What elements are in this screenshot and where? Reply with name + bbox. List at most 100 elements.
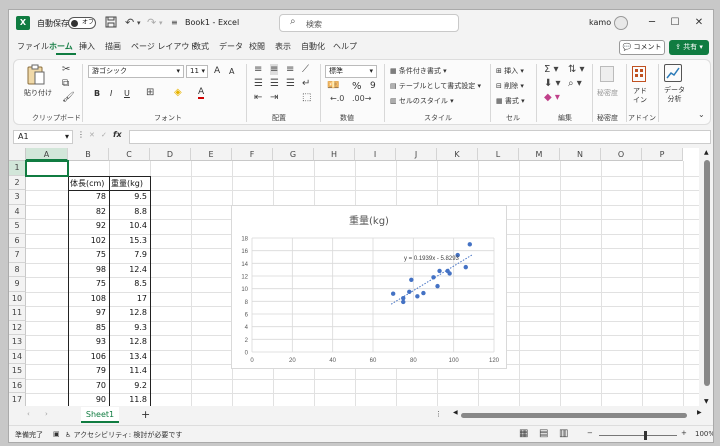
horizontal-scrollbar[interactable]: ◀ ▶: [453, 409, 707, 419]
column-header-l[interactable]: L: [478, 148, 519, 161]
format-painter-icon[interactable]: 🖌: [62, 92, 75, 103]
wrap-text-icon[interactable]: ↵: [302, 78, 310, 89]
row-header-6[interactable]: 6: [9, 233, 26, 248]
shrink-font-button[interactable]: A: [229, 67, 234, 76]
insert-function-button[interactable]: fx: [113, 130, 122, 139]
row-header-4[interactable]: 4: [9, 204, 26, 219]
page-layout-view-icon[interactable]: ▤: [539, 428, 548, 439]
autosave-toggle[interactable]: オフ: [68, 17, 96, 29]
increase-indent-icon[interactable]: ⇥: [270, 92, 278, 103]
hscroll-dots-icon[interactable]: ⋮: [435, 410, 442, 418]
scroll-left-icon[interactable]: ◀: [453, 409, 458, 416]
redo-dropdown-icon[interactable]: ▾: [159, 19, 163, 27]
italic-button[interactable]: I: [110, 89, 112, 98]
fill-color-icon[interactable]: ◈: [174, 87, 182, 98]
border-icon[interactable]: ⊞: [146, 87, 154, 98]
row-header-12[interactable]: 12: [9, 320, 26, 335]
orientation-icon[interactable]: ⟋: [302, 64, 309, 75]
cell-styles-button[interactable]: ▥ セルのスタイル ▾: [390, 96, 454, 106]
enter-entry-button[interactable]: ✓: [101, 131, 107, 139]
align-center-icon[interactable]: ☰: [270, 78, 279, 89]
zoom-out-button[interactable]: −: [587, 429, 593, 437]
zoom-level[interactable]: 100%: [695, 430, 713, 438]
find-select-icon[interactable]: ⌕ ▾: [568, 78, 582, 89]
decrease-decimal-icon[interactable]: .00→: [352, 94, 371, 103]
align-middle-icon[interactable]: ≡: [270, 64, 279, 75]
column-header-e[interactable]: E: [191, 148, 232, 161]
name-box[interactable]: A1 ▾: [13, 130, 73, 144]
tab-insert[interactable]: 挿入: [79, 41, 95, 52]
insert-cells-button[interactable]: ⊞ 挿入 ▾: [496, 66, 524, 76]
bold-button[interactable]: B: [94, 89, 100, 98]
column-header-h[interactable]: H: [314, 148, 355, 161]
undo-icon[interactable]: ↶: [125, 16, 134, 29]
paste-icon[interactable]: [26, 64, 46, 86]
row-header-10[interactable]: 10: [9, 291, 26, 306]
add-sheet-button[interactable]: +: [141, 408, 150, 421]
column-header-c[interactable]: C: [109, 148, 150, 161]
tab-help[interactable]: ヘルプ: [333, 41, 357, 52]
column-header-n[interactable]: N: [560, 148, 601, 161]
currency-icon[interactable]: 💴: [327, 80, 339, 91]
redo-icon[interactable]: ↷: [147, 16, 156, 29]
tab-draw[interactable]: 描画: [105, 41, 121, 52]
column-header-k[interactable]: K: [437, 148, 478, 161]
normal-view-icon[interactable]: ▦: [519, 428, 528, 439]
close-button[interactable]: ✕: [686, 13, 712, 33]
zoom-slider[interactable]: [599, 435, 677, 436]
increase-decimal-icon[interactable]: ←.0: [330, 94, 344, 103]
fill-icon[interactable]: ⬇ ▾: [544, 78, 561, 89]
decrease-indent-icon[interactable]: ⇤: [254, 92, 262, 103]
tab-file[interactable]: ファイル: [17, 41, 49, 52]
conditional-format-button[interactable]: ▦ 条件付き書式 ▾: [390, 66, 447, 76]
copy-icon[interactable]: ⧉: [62, 78, 69, 89]
row-header-15[interactable]: 15: [9, 364, 26, 379]
undo-dropdown-icon[interactable]: ▾: [137, 19, 141, 27]
align-right-icon[interactable]: ☰: [286, 78, 295, 89]
save-icon[interactable]: [105, 16, 117, 31]
addins-label[interactable]: アド イン: [633, 87, 647, 105]
vertical-scrollbar[interactable]: ▲ ▼: [701, 148, 713, 410]
page-break-view-icon[interactable]: ▥: [559, 428, 568, 439]
addins-icon[interactable]: [632, 66, 646, 82]
data-analysis-icon[interactable]: [664, 64, 682, 82]
prev-sheet-icon[interactable]: ‹: [27, 410, 30, 418]
column-header-j[interactable]: J: [396, 148, 437, 161]
comma-button[interactable]: 9: [370, 81, 376, 91]
column-header-g[interactable]: G: [273, 148, 314, 161]
sensitivity-label[interactable]: 秘密度: [597, 88, 618, 98]
tab-home[interactable]: ホーム: [49, 41, 73, 52]
row-header-14[interactable]: 14: [9, 349, 26, 364]
accessibility-status[interactable]: ♿ アクセシビリティ: 検討が必要です: [65, 430, 182, 440]
column-header-b[interactable]: B: [68, 148, 109, 161]
font-color-icon[interactable]: A: [198, 87, 205, 99]
select-all-corner[interactable]: [9, 148, 26, 161]
autosum-icon[interactable]: Σ ▾: [544, 64, 559, 75]
column-header-o[interactable]: O: [601, 148, 642, 161]
row-header-11[interactable]: 11: [9, 306, 26, 321]
tab-view[interactable]: 表示: [275, 41, 291, 52]
comment-button[interactable]: 💬 コメント: [619, 40, 665, 55]
align-top-icon[interactable]: ≡: [254, 64, 262, 75]
selected-cell[interactable]: [25, 160, 69, 177]
tab-data[interactable]: データ: [219, 41, 243, 52]
worksheet-grid[interactable]: ABCDEFGHIJKLMNOP 1 2 3 4 5 6 7 8 9 10 11 12 13 14 15 16…: [9, 148, 699, 406]
scroll-right-icon[interactable]: ▶: [697, 409, 702, 416]
delete-cells-button[interactable]: ⊟ 削除 ▾: [496, 81, 524, 91]
tab-page-layout[interactable]: ページ レイアウト: [131, 41, 197, 52]
avatar[interactable]: [614, 16, 628, 30]
align-bottom-icon[interactable]: ≡: [286, 64, 294, 75]
customize-qat-icon[interactable]: ≡: [171, 18, 178, 27]
paste-label[interactable]: 貼り付け: [24, 88, 52, 98]
macro-record-icon[interactable]: ▣: [53, 430, 60, 438]
column-header-p[interactable]: P: [642, 148, 683, 161]
row-header-8[interactable]: 8: [9, 262, 26, 277]
align-left-icon[interactable]: ☰: [254, 78, 263, 89]
scroll-up-icon[interactable]: ▲: [704, 149, 709, 156]
cut-icon[interactable]: ✂: [62, 64, 70, 75]
column-header-m[interactable]: M: [519, 148, 560, 161]
row-header-3[interactable]: 3: [9, 190, 26, 205]
row-header-13[interactable]: 13: [9, 335, 26, 350]
column-header-d[interactable]: D: [150, 148, 191, 161]
tab-formulas[interactable]: 数式: [193, 41, 209, 52]
